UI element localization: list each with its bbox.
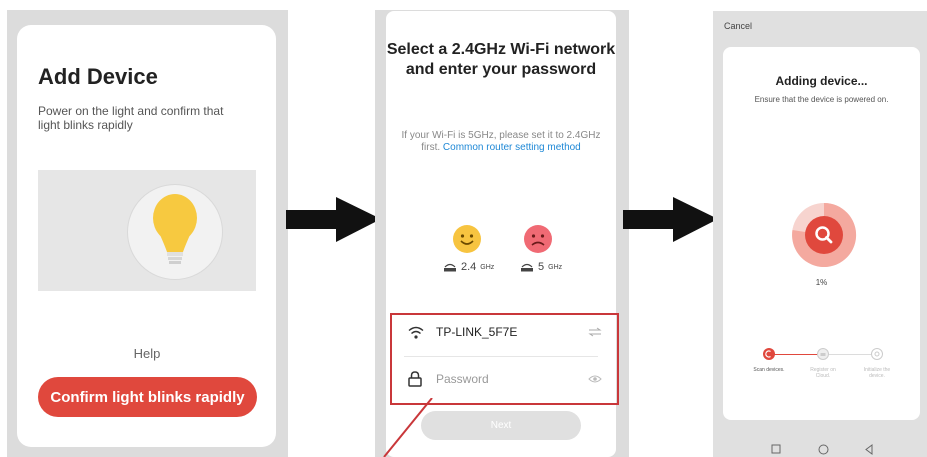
wifi-icon xyxy=(408,326,424,339)
band-5ghz: 5 GHz xyxy=(520,261,562,273)
page-title: Add Device xyxy=(38,64,158,89)
help-link[interactable]: Help xyxy=(0,346,294,361)
device-illustration xyxy=(38,170,256,291)
band-value: 2.4 xyxy=(461,261,477,273)
cloud-step-icon xyxy=(817,348,829,360)
confirm-button[interactable]: Confirm light blinks rapidly xyxy=(38,377,257,417)
password-input[interactable]: Password xyxy=(436,372,588,386)
scan-step-icon xyxy=(763,348,775,360)
home-icon[interactable] xyxy=(818,444,829,455)
step-label-initialize: Initialize the device. xyxy=(863,367,891,379)
sad-face-icon xyxy=(524,225,552,253)
switch-network-icon[interactable] xyxy=(588,327,602,337)
step-connector xyxy=(774,354,822,355)
power-hint: Ensure that the device is powered on. xyxy=(754,95,889,104)
cancel-button[interactable]: Cancel xyxy=(724,21,752,31)
router-icon xyxy=(444,263,456,272)
page-title: Select a 2.4GHz Wi-Fi network and enter … xyxy=(386,41,616,78)
band-value: 5 xyxy=(538,261,545,273)
wifi-ssid-field[interactable]: TP-LINK_5F7E xyxy=(408,320,602,344)
arrow-right-icon xyxy=(286,197,381,242)
happy-face-icon xyxy=(453,225,481,253)
band-unit: GHz xyxy=(480,263,495,271)
wifi-hint: If your Wi-Fi is 5GHz, please set it to … xyxy=(398,130,604,154)
field-divider xyxy=(404,356,598,357)
eye-icon[interactable] xyxy=(588,374,602,384)
back-icon[interactable] xyxy=(864,444,874,455)
next-button[interactable]: Next xyxy=(421,411,581,440)
instruction-text: Power on the light and confirm that ligh… xyxy=(38,104,224,132)
password-field[interactable]: Password xyxy=(408,367,602,391)
recent-apps-icon[interactable] xyxy=(771,444,781,454)
step-label-scan: Scan devices. xyxy=(753,367,785,373)
router-icon xyxy=(521,263,533,272)
lock-icon xyxy=(408,371,422,387)
router-setting-link[interactable]: Common router setting method xyxy=(443,142,581,153)
scan-progress-ring xyxy=(792,202,857,267)
band-unit: GHz xyxy=(548,263,563,271)
step-connector xyxy=(828,354,872,355)
wifi-ssid: TP-LINK_5F7E xyxy=(436,325,518,339)
step-label-register: Register on Cloud. xyxy=(810,367,836,379)
callout-pointer xyxy=(383,398,433,457)
arrow-right-icon xyxy=(623,197,718,242)
light-bulb-icon xyxy=(153,194,197,264)
initialize-step-icon xyxy=(871,348,883,360)
page-title: Adding device... xyxy=(775,74,868,88)
band-24ghz: 2.4 GHz xyxy=(443,261,494,273)
progress-percent: 1% xyxy=(815,278,828,287)
